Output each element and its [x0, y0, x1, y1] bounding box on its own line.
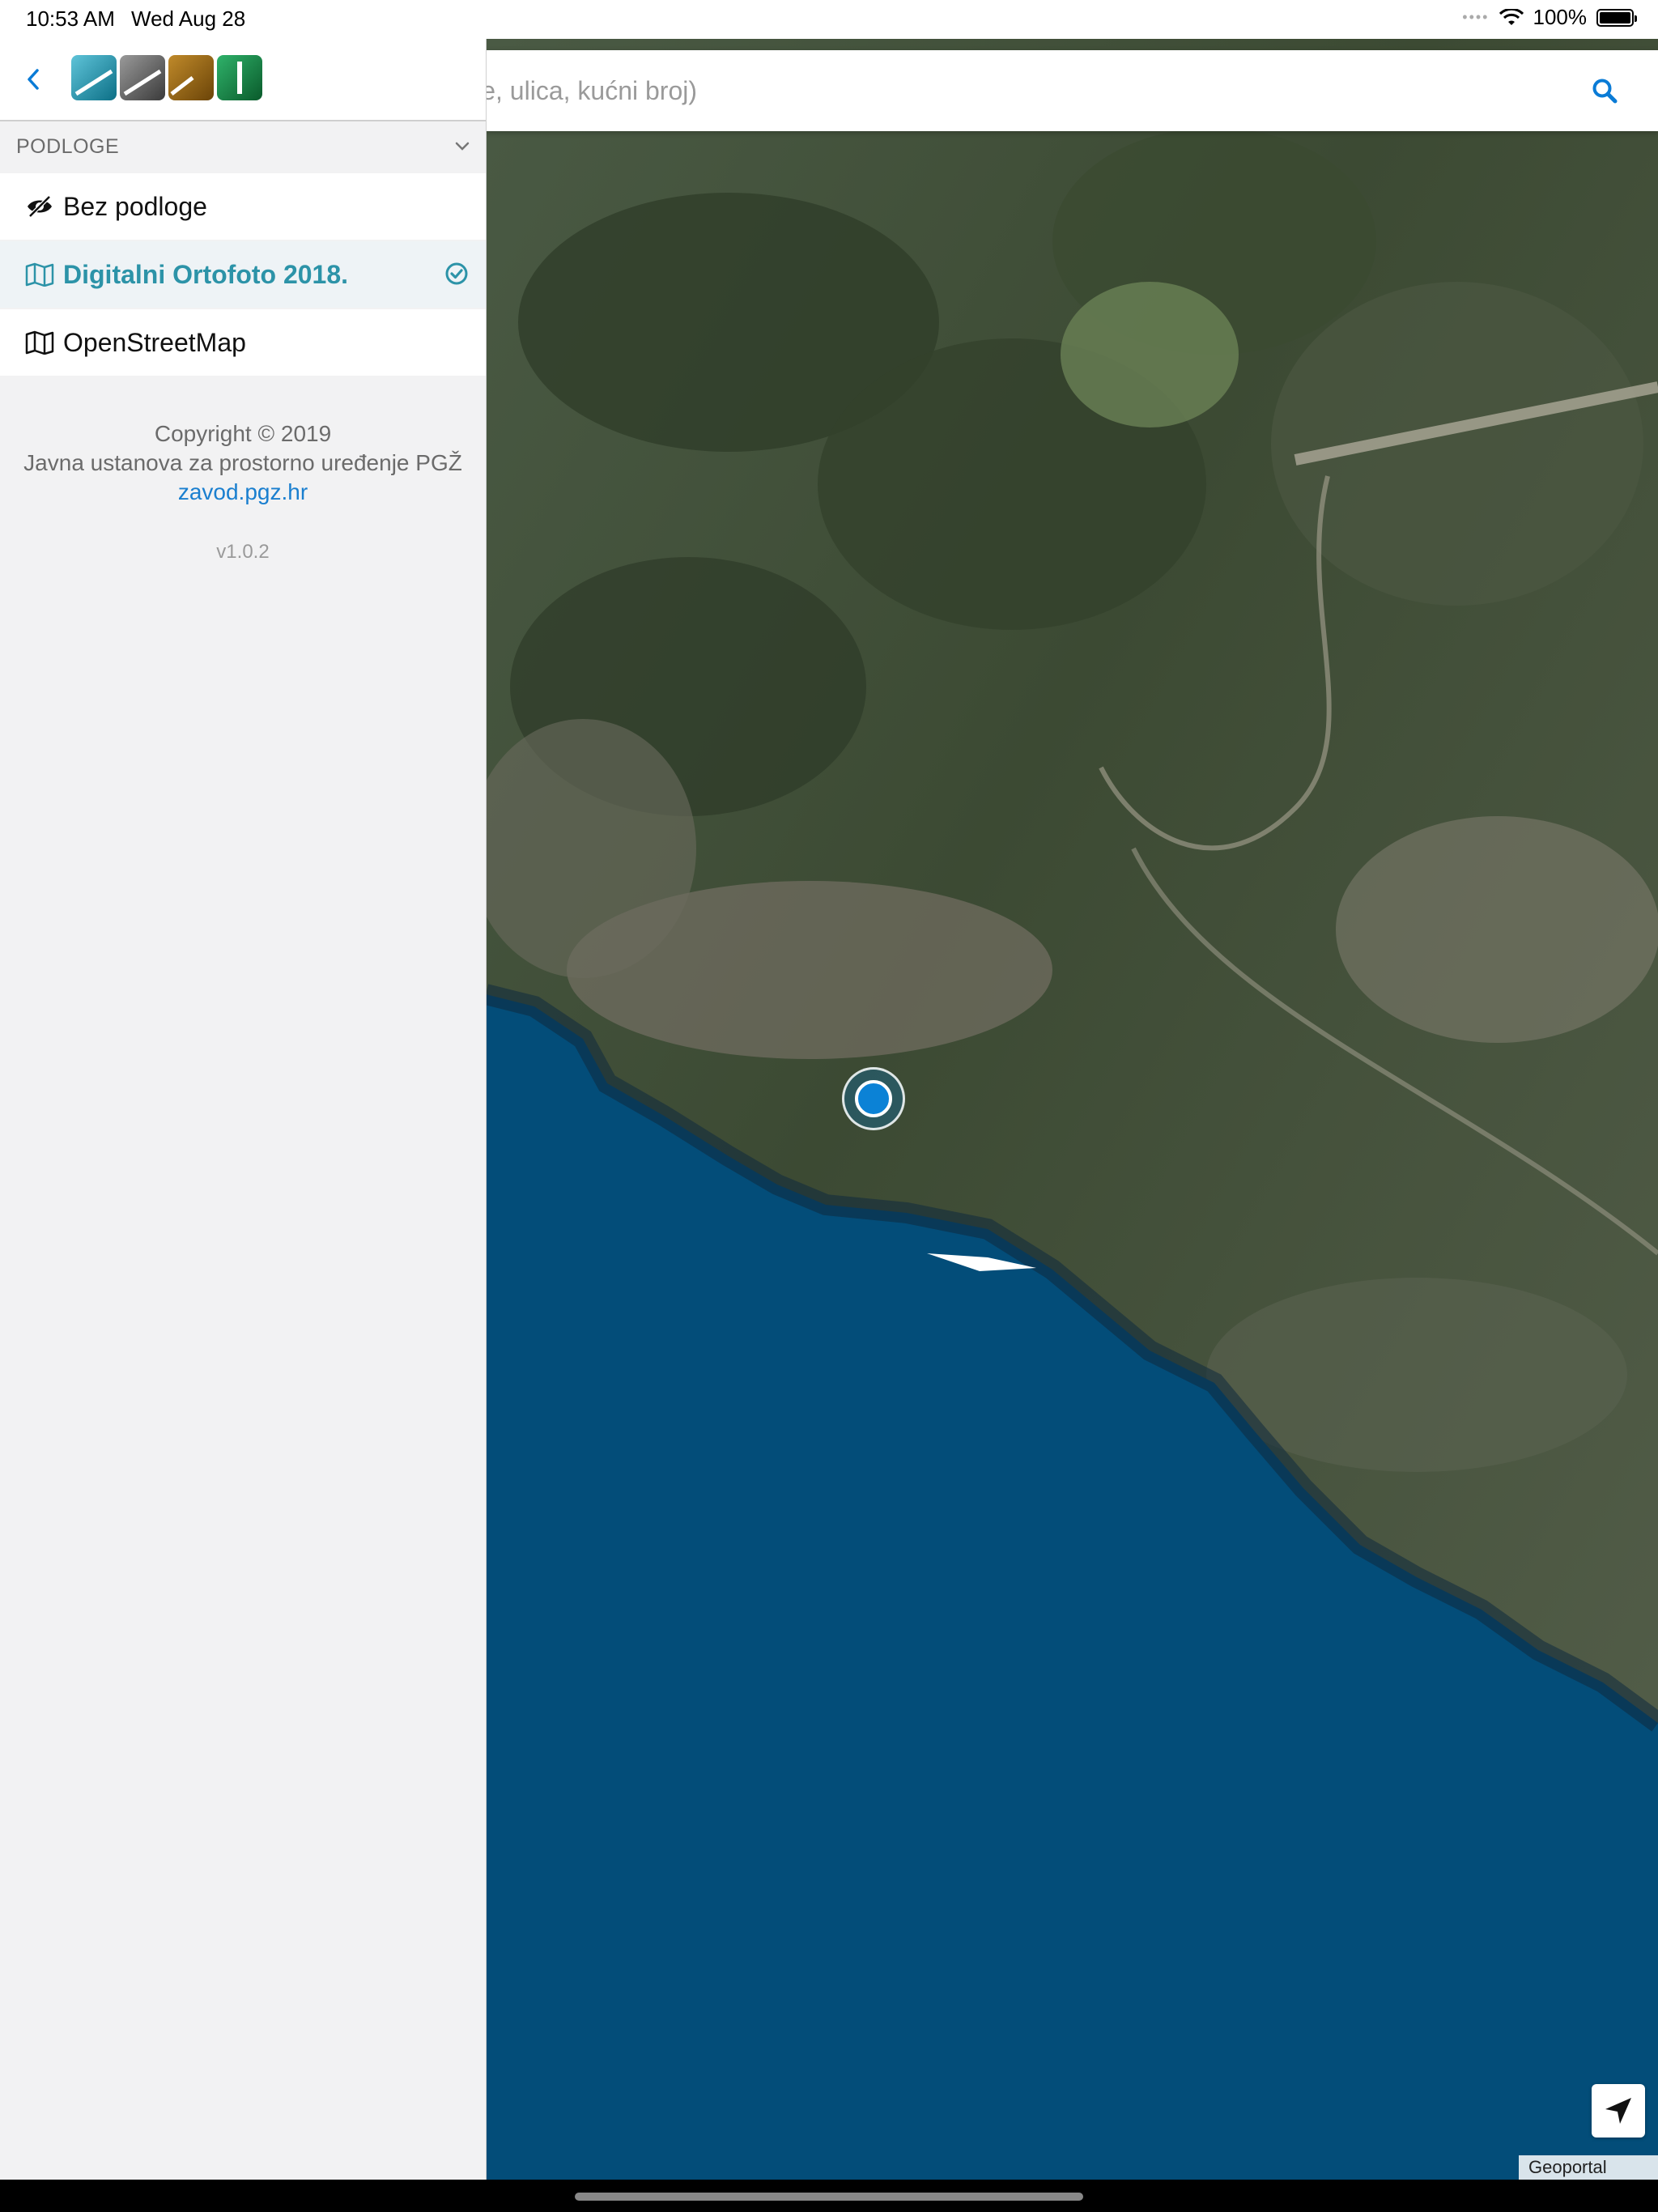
check-circle-icon: [445, 262, 468, 285]
map-attribution[interactable]: Geoportal DGU: [1519, 2155, 1658, 2201]
signal-icon: ••••: [1462, 9, 1490, 25]
app-logo: [71, 55, 262, 100]
layer-option-osm[interactable]: OpenStreetMap: [0, 309, 486, 376]
ortophoto-map: [486, 39, 1658, 2180]
locate-me-button[interactable]: [1592, 2084, 1645, 2138]
sidebar-header: [0, 39, 486, 121]
map-icon: [23, 257, 57, 291]
website-link[interactable]: zavod.pgz.hr: [178, 479, 308, 504]
battery-icon: [1596, 8, 1637, 27]
search-icon: [1592, 79, 1618, 104]
status-date: Wed Aug 28: [131, 6, 246, 31]
location-arrow-icon: [1605, 2098, 1631, 2124]
map-view[interactable]: [486, 39, 1658, 2180]
eye-slash-icon: [23, 189, 57, 223]
chevron-left-icon: [28, 69, 39, 90]
wifi-icon: [1499, 8, 1524, 25]
layer-label: Digitalni Ortofoto 2018.: [63, 259, 349, 289]
layer-label: Bez podloge: [63, 191, 207, 221]
status-time: 10:53 AM: [26, 6, 115, 31]
map-icon: [23, 325, 57, 359]
search-bar: [486, 50, 1658, 131]
search-input[interactable]: [486, 50, 1562, 131]
section-title: PODLOGE: [16, 134, 120, 158]
current-location-marker: [842, 1067, 905, 1130]
layer-label: OpenStreetMap: [63, 327, 246, 357]
home-indicator[interactable]: [575, 2193, 1083, 2201]
layer-option-none[interactable]: Bez podloge: [0, 173, 486, 240]
app-version: v1.0.2: [216, 541, 270, 563]
institution-text: Javna ustanova za prostorno uređenje PGŽ: [23, 450, 462, 475]
search-button[interactable]: [1584, 70, 1626, 112]
status-bar: 10:53 AM Wed Aug 28 •••• 100%: [0, 0, 1658, 39]
layers-section-header[interactable]: PODLOGE: [0, 121, 486, 172]
copyright-text: Copyright © 2019: [154, 421, 332, 446]
sidebar: PODLOGE Bez podloge Digitalni Ortofoto 2…: [0, 39, 487, 2180]
footer: Copyright © 2019 Javna ustanova za prost…: [0, 419, 486, 507]
back-button[interactable]: [19, 63, 47, 96]
battery-percent: 100%: [1533, 5, 1588, 29]
layer-option-ortofoto[interactable]: Digitalni Ortofoto 2018.: [0, 241, 486, 308]
chevron-down-icon: [455, 142, 470, 151]
